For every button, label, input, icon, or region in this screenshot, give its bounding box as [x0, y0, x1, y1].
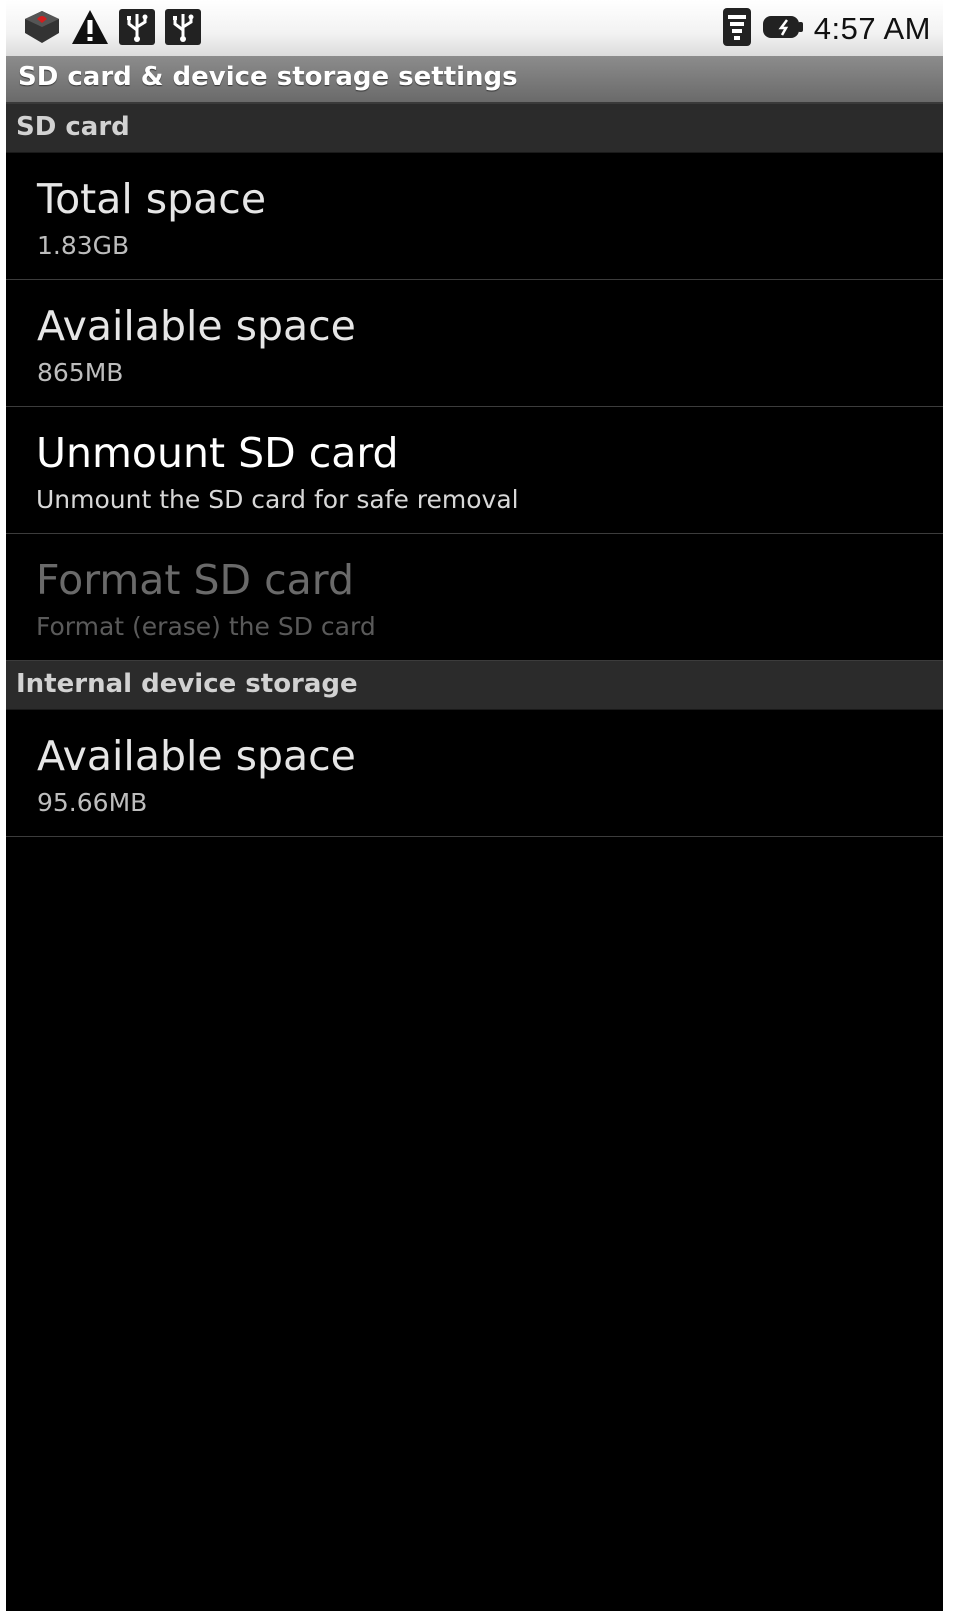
pref-summary: 865MB — [37, 358, 124, 387]
pref-internal-available-space[interactable]: Available space 95.66MB — [6, 710, 943, 837]
pref-total-space[interactable]: Total space 1.83GB — [6, 153, 943, 280]
usb-icon — [118, 8, 156, 50]
category-label: SD card — [16, 112, 130, 142]
category-label: Internal device storage — [16, 669, 358, 699]
page-title: SD card & device storage settings — [18, 62, 518, 92]
pref-available-space[interactable]: Available space 865MB — [6, 280, 943, 407]
pref-summary: Unmount the SD card for safe removal — [36, 485, 519, 514]
warning-icon — [70, 8, 110, 50]
pref-title: Total space — [37, 175, 267, 223]
settings-screen: 4:57 AM SD card & device storage setting… — [6, 0, 943, 1611]
pref-summary: Format (erase) the SD card — [36, 612, 376, 641]
category-sd-card: SD card — [6, 104, 943, 153]
pref-summary: 95.66MB — [37, 788, 148, 817]
pref-summary: 1.83GB — [37, 231, 130, 260]
wifi-icon — [722, 7, 752, 51]
usb-icon — [164, 8, 202, 50]
pref-title: Available space — [37, 732, 356, 780]
sd-card-icon — [22, 9, 62, 49]
pref-title: Unmount SD card — [36, 429, 399, 477]
system-icons: 4:57 AM — [712, 8, 931, 50]
status-bar: 4:57 AM — [6, 0, 943, 56]
pref-title: Available space — [37, 302, 356, 350]
pref-title: Format SD card — [36, 556, 354, 604]
battery-icon — [762, 13, 804, 45]
title-bar: SD card & device storage settings — [6, 56, 943, 104]
category-internal-storage: Internal device storage — [6, 661, 943, 710]
pref-unmount-sd-card[interactable]: Unmount SD card Unmount the SD card for … — [6, 407, 943, 534]
status-clock: 4:57 AM — [813, 11, 931, 46]
pref-format-sd-card: Format SD card Format (erase) the SD car… — [6, 534, 943, 661]
notification-icons — [22, 9, 210, 49]
